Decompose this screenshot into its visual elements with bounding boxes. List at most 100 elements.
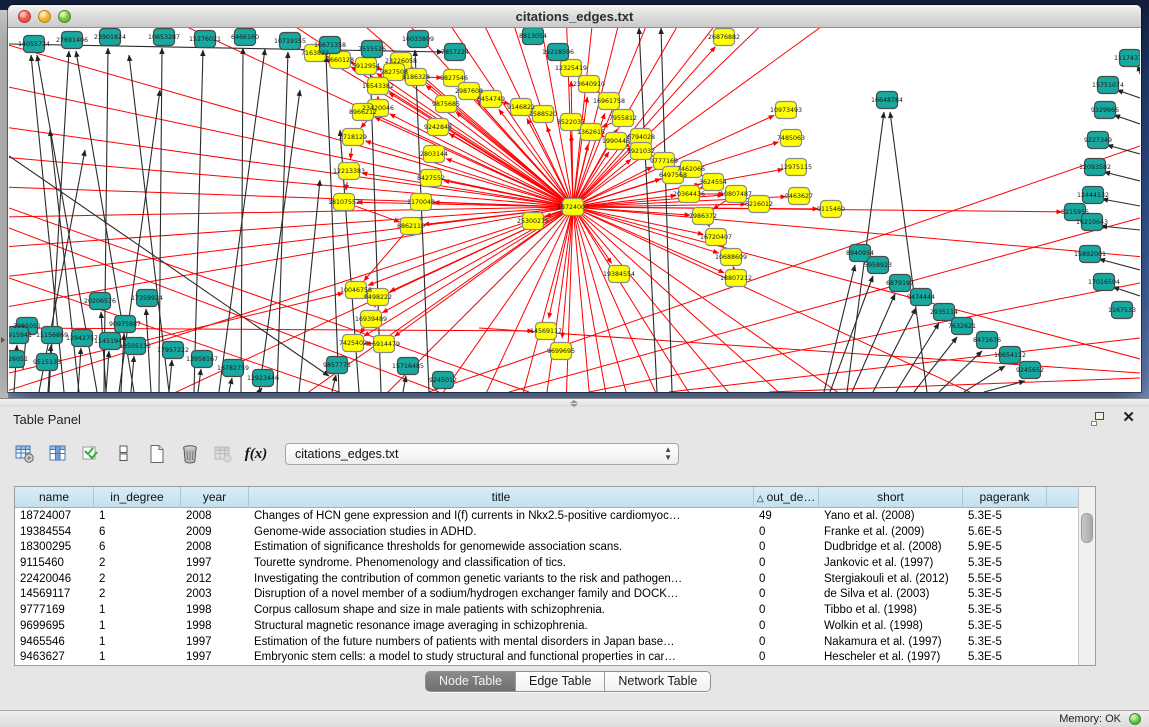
- graph-edge: [549, 210, 573, 318]
- cell-name: 9465546: [15, 635, 94, 651]
- function-builder-icon[interactable]: f(x): [245, 443, 267, 465]
- graph-node-label: 7485063: [777, 135, 805, 142]
- table-row[interactable]: 2242004622012Investigating the contribut…: [15, 572, 1078, 588]
- table-row[interactable]: 969969511998Structural magnetic resonanc…: [15, 619, 1078, 635]
- graph-node-label: 12975115: [780, 164, 812, 171]
- graph-node-label: 8471676: [973, 337, 1001, 344]
- graph-edge: [890, 112, 927, 392]
- graph-node-label: 1170048: [407, 199, 435, 206]
- graph-node-label: 8522037: [557, 119, 585, 126]
- graph-node-label: 6216012: [745, 201, 773, 208]
- graph-node-label: 16671358: [314, 42, 346, 49]
- graph-node-label: 10973493: [770, 107, 802, 114]
- table-row[interactable]: 946554611997Estimation of the future num…: [15, 635, 1078, 651]
- window-title: citations_edges.txt: [8, 9, 1141, 24]
- graph-node-label: 23901824: [94, 34, 126, 41]
- graph-edge: [1104, 172, 1140, 181]
- sort-ascending-icon: △: [757, 493, 764, 503]
- graph-node-label: 14055724: [18, 41, 50, 48]
- table-panel-title: Table Panel: [13, 412, 81, 427]
- cell-short: Dudbridge et al. (2008): [819, 540, 963, 556]
- float-panel-icon[interactable]: [1091, 412, 1107, 426]
- cell-out_degree: 0: [754, 587, 819, 603]
- window-titlebar[interactable]: citations_edges.txt: [8, 5, 1141, 28]
- cell-title: Corpus callosum shape and size in male p…: [249, 603, 754, 619]
- cell-year: 2009: [181, 525, 249, 541]
- tab-node-table[interactable]: Node Table: [426, 672, 516, 691]
- cell-year: 2008: [181, 509, 249, 525]
- table-row[interactable]: 911546021997Tourette syndrome. Phenomeno…: [15, 556, 1078, 572]
- column-header-pagerank[interactable]: pagerank: [963, 487, 1047, 508]
- graph-node-label: 16961758: [593, 98, 625, 105]
- cell-in_degree: 6: [94, 540, 181, 556]
- column-header-out_degree[interactable]: △out_de…: [754, 487, 819, 508]
- graph-node-label: 8966212: [349, 109, 377, 116]
- table-settings-icon[interactable]: [14, 443, 36, 465]
- graph-edge: [1099, 259, 1140, 270]
- cell-pagerank: 5.3E-5: [963, 635, 1047, 651]
- table-row[interactable]: 1830029562008Estimation of significance …: [15, 540, 1078, 556]
- panel-collapse-arrow-icon[interactable]: [1, 337, 5, 343]
- status-bar: Memory: OK: [0, 710, 1149, 727]
- tab-edge-table[interactable]: Edge Table: [516, 672, 605, 691]
- graph-node-label: 17359924: [131, 295, 163, 302]
- graph-node-label: 90975887: [109, 321, 141, 328]
- cell-name: 18724007: [15, 509, 94, 525]
- graph-node-label: 7986372: [689, 213, 717, 220]
- graph-node-label: 17016504: [1088, 279, 1120, 286]
- vertical-scrollbar[interactable]: [1078, 487, 1095, 665]
- graph-edge: [1114, 115, 1140, 124]
- graph-node-label: 16914479: [368, 341, 400, 348]
- graph-node-label: 9827546: [440, 75, 468, 82]
- split-handle-icon[interactable]: [569, 400, 579, 407]
- column-header-in_degree[interactable]: in_degree: [94, 487, 181, 508]
- graph-edge: [229, 378, 232, 392]
- table-row[interactable]: 1456911722003Disruption of a novel membe…: [15, 587, 1078, 603]
- graph-node-label: 10807487: [720, 191, 752, 198]
- cell-in_degree: 1: [94, 619, 181, 635]
- graph-edge: [219, 49, 265, 392]
- cell-title: Structural magnetic resonance image aver…: [249, 619, 754, 635]
- graph-node-label: 16210643: [1076, 219, 1108, 226]
- column-header-title[interactable]: title: [249, 487, 754, 508]
- add-column-icon[interactable]: [47, 443, 69, 465]
- cell-out_degree: 0: [754, 572, 819, 588]
- tab-network-table[interactable]: Network Table: [605, 672, 710, 691]
- cell-name: 19384554: [15, 525, 94, 541]
- column-header-short[interactable]: short: [819, 487, 963, 508]
- select-all-icon[interactable]: [80, 443, 102, 465]
- graph-edge: [78, 348, 81, 392]
- delete-trash-icon[interactable]: [179, 443, 201, 465]
- graph-node-label: 7163822: [301, 50, 329, 57]
- table-row[interactable]: 946362711997Embryonic stem cells: a mode…: [15, 650, 1078, 666]
- graph-node-label: 8813054: [519, 33, 547, 40]
- network-graph[interactable]: 7163822866012859129542322605898275088186…: [9, 28, 1140, 392]
- table-toolbar: f(x): [14, 439, 267, 469]
- graph-node-label: 9463627: [785, 193, 813, 200]
- graph-node-label: 13958167: [186, 356, 218, 363]
- split-divider[interactable]: [0, 398, 1149, 407]
- graph-node-label: 16648784: [871, 97, 903, 104]
- new-document-icon[interactable]: [146, 443, 168, 465]
- table-row[interactable]: 1872400712008Changes of HCN gene express…: [15, 509, 1078, 525]
- graph-node-label: 1588520: [529, 111, 557, 118]
- cell-short: Nakamura et al. (1997): [819, 635, 963, 651]
- close-panel-icon[interactable]: ✕: [1122, 410, 1135, 426]
- graph-edge: [169, 360, 172, 392]
- table-selector-dropdown[interactable]: citations_edges.txt ▲▼: [285, 443, 679, 465]
- row-height-icon[interactable]: [113, 443, 135, 465]
- network-canvas[interactable]: 7163822866012859129542322605898275088186…: [9, 28, 1140, 392]
- cell-short: Franke et al. (2009): [819, 525, 963, 541]
- cell-in_degree: 2: [94, 587, 181, 603]
- table-row[interactable]: 1938455462009Genome-wide association stu…: [15, 525, 1078, 541]
- graph-node-label: 3624554: [699, 179, 727, 186]
- table-row[interactable]: 977716911998Corpus callosum shape and si…: [15, 603, 1078, 619]
- graph-node-label: 1362615: [577, 129, 605, 136]
- column-header-year[interactable]: year: [181, 487, 249, 508]
- graph-node-label: 10654112: [994, 352, 1026, 359]
- scrollbar-thumb[interactable]: [1081, 513, 1093, 543]
- cell-out_degree: 0: [754, 540, 819, 556]
- column-header-name[interactable]: name: [15, 487, 94, 508]
- graph-node-label: 12325419: [555, 65, 587, 72]
- cell-pagerank: 5.5E-5: [963, 572, 1047, 588]
